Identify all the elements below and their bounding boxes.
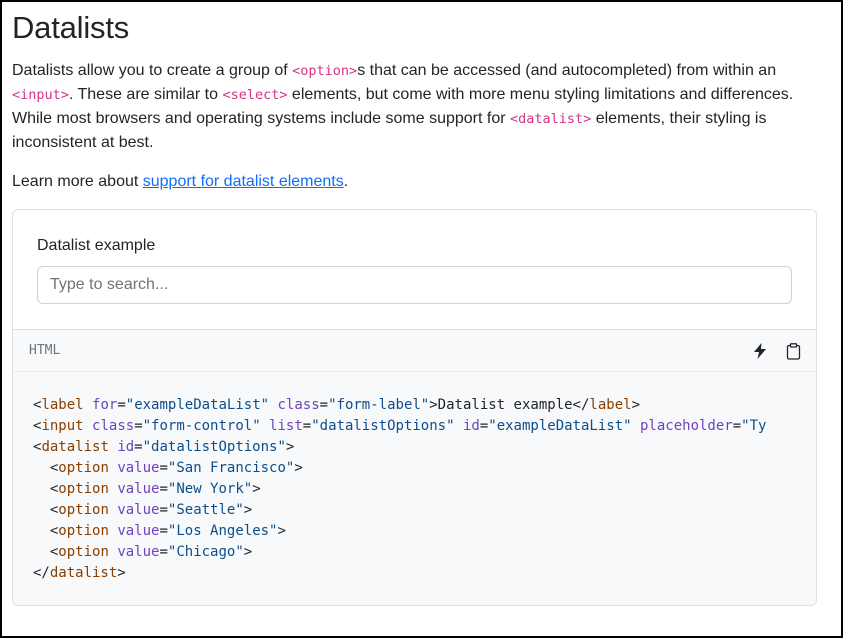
code-line: <label for="exampleDataList" class="form… — [33, 397, 640, 413]
code-line-option: <option value="Seattle"> — [49, 502, 253, 518]
code-language-label: HTML — [29, 343, 61, 358]
clipboard-icon — [786, 342, 800, 360]
learn-more-prefix: Learn more about — [12, 173, 143, 190]
inline-code-select: <select> — [222, 87, 288, 103]
datalist-search-input[interactable] — [37, 266, 792, 304]
code-snippet: <label for="exampleDataList" class="form… — [33, 395, 813, 584]
code-line-option: <option value="Chicago"> — [49, 544, 253, 560]
code-line-option: <option value="Los Angeles"> — [49, 523, 286, 539]
intro-text: Datalists allow you to create a group of — [12, 62, 293, 79]
datalist-example-preview: Datalist example — [13, 210, 816, 329]
code-line: <input class="form-control" list="datali… — [33, 418, 767, 434]
datalist-support-link[interactable]: support for datalist elements — [143, 173, 344, 190]
example-card: Datalist example HTML <label for="exampl… — [12, 209, 817, 606]
inline-code-option: <option> — [292, 63, 358, 79]
code-line-option: <option value="New York"> — [49, 481, 261, 497]
inline-code-datalist: <datalist> — [510, 111, 592, 127]
datalist-example-label: Datalist example — [37, 237, 156, 254]
lightning-icon — [754, 343, 766, 359]
code-line: <datalist id="datalistOptions"> — [33, 439, 295, 455]
copy-button[interactable] — [783, 341, 803, 361]
page-frame: Datalists Datalists allow you to create … — [0, 0, 843, 638]
code-line: </datalist> — [33, 565, 126, 581]
code-line-option: <option value="San Francisco"> — [49, 460, 303, 476]
intro-paragraph: Datalists allow you to create a group of… — [12, 59, 812, 155]
code-block: <label for="exampleDataList" class="form… — [13, 372, 816, 605]
learn-more-paragraph: Learn more about support for datalist el… — [12, 170, 348, 194]
stackblitz-button[interactable] — [750, 341, 770, 361]
page-title: Datalists — [12, 10, 130, 45]
code-header: HTML — [13, 329, 816, 372]
intro-text: . These are similar to — [68, 86, 223, 103]
inline-code-input: <input> — [12, 87, 69, 103]
intro-text: s that can be accessed (and autocomplete… — [357, 62, 777, 79]
learn-more-suffix: . — [343, 173, 349, 190]
